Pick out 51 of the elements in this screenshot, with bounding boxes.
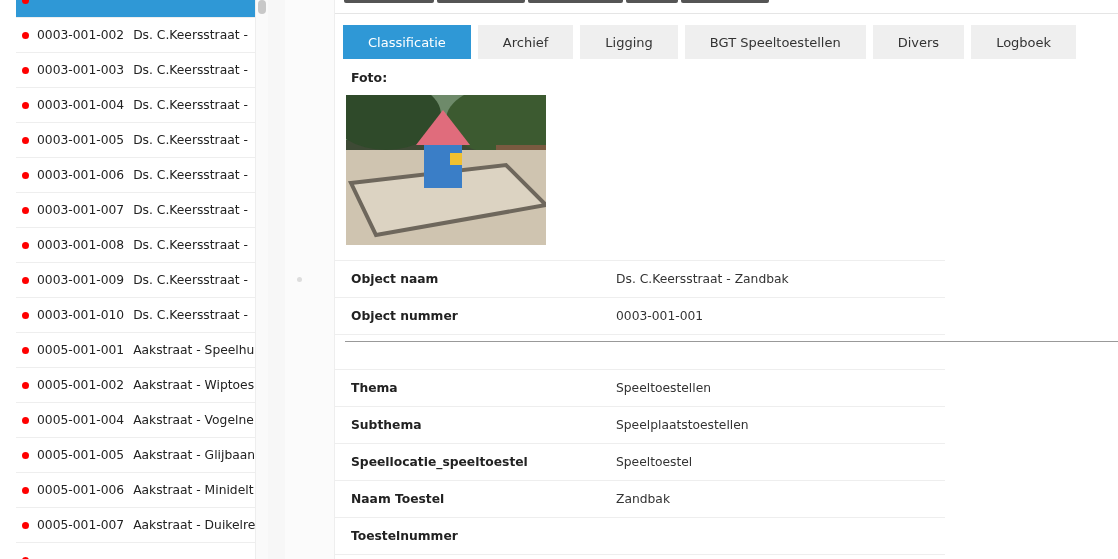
object-name: Aakstraat - Vogelne <box>133 413 254 427</box>
object-number: 0003-001-002 <box>37 28 125 42</box>
object-name: Aakstraat - Glijbaan <box>133 448 255 462</box>
tab[interactable]: Ligging <box>580 25 678 59</box>
object-number: 0005-001-002 <box>37 378 125 392</box>
object-number: 0003-001-003 <box>37 63 125 77</box>
field-label: Toestelnummer <box>350 529 459 543</box>
object-number: 0005-001-001 <box>37 343 125 357</box>
field-label: Speellocatie_speeltoestel <box>350 455 529 469</box>
field-value: Ds. C.Keersstraat - Zandbak <box>616 272 789 286</box>
scrollbar-thumb[interactable] <box>258 0 266 14</box>
object-name: Ds. C.Keersstraat - <box>133 308 248 322</box>
tab[interactable]: BGT Speeltoestellen <box>684 25 866 59</box>
object-name: Ds. C.Keersstraat - <box>133 28 248 42</box>
object-name: Ds. C.Keersstraat - <box>133 168 248 182</box>
object-number: 0005-001-005 <box>37 448 125 462</box>
object-name: Ds. C.Keersstraat - <box>133 98 248 112</box>
object-name: Ds. C.Keersstraat - <box>133 273 248 287</box>
object-number: 0003-001-007 <box>37 203 125 217</box>
object-number: 0003-001-006 <box>37 168 125 182</box>
object-number: 0003-001-008 <box>37 238 125 252</box>
object-number: 0005-001-006 <box>37 483 125 497</box>
field-label: Subthema <box>350 418 423 432</box>
object-number: 0005-001-004 <box>37 413 125 427</box>
object-name: Aakstraat - Minidelt <box>133 483 254 497</box>
object-number: 0003-001-009 <box>37 273 125 287</box>
field-label: Thema <box>350 381 399 395</box>
field-value: Speeltoestel <box>616 455 693 469</box>
field-label: Object nummer <box>350 309 459 323</box>
splitter-handle[interactable] <box>296 277 302 282</box>
object-name: Aakstraat - Wiptoes <box>133 378 255 392</box>
photo-label: Foto: <box>351 70 389 85</box>
object-number: 0005-001-007 <box>37 518 125 532</box>
object-name: Ds. C.Keersstraat - <box>133 133 248 147</box>
field-value: 0003-001-001 <box>616 309 704 323</box>
object-name: Ds. C.Keersstraat - <box>133 203 248 217</box>
field-value: Zandbak <box>616 492 671 506</box>
tab[interactable]: Divers <box>872 25 965 59</box>
field-value: Speelplaatstoestellen <box>616 418 749 432</box>
object-name: Aakstraat - Speelhu <box>133 343 255 357</box>
tab[interactable]: Archief <box>477 25 574 59</box>
object-name: Ds. C.Keersstraat - <box>133 238 248 252</box>
field-label: Naam Toestel <box>350 492 446 506</box>
object-name: Aakstraat - Duikelre <box>133 518 255 532</box>
object-number: 0003-001-010 <box>37 308 125 322</box>
object-name: Ds. C.Keersstraat - <box>133 63 248 77</box>
object-number: 0003-001-004 <box>37 98 125 112</box>
tab[interactable]: Logboek <box>971 25 1077 59</box>
field-value: Speeltoestellen <box>616 381 712 395</box>
field-label: Object naam <box>350 272 440 286</box>
object-number: 0003-001-005 <box>37 133 125 147</box>
